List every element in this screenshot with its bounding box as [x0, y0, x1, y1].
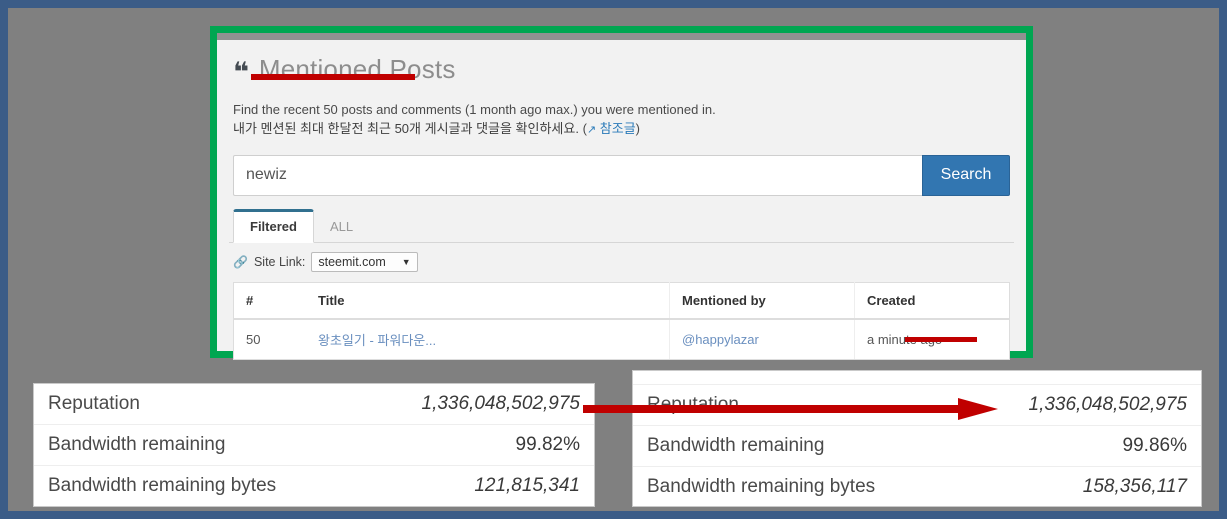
stat-row-truncated	[633, 371, 1201, 385]
stat-value-bandwidth-bytes: 158,356,117	[1082, 476, 1187, 497]
stat-row-reputation: Reputation 1,336,048,502,975	[34, 384, 594, 425]
site-link-select[interactable]: steemit.com ▼	[311, 251, 418, 272]
screenshot-root: ❝ Mentioned Posts Find the recent 50 pos…	[0, 0, 1227, 519]
stat-label-reputation: Reputation	[647, 394, 739, 415]
mentioned-by-link[interactable]: @happylazar	[682, 332, 759, 347]
tab-filtered[interactable]: Filtered	[233, 208, 314, 243]
site-link-row: 🔗 Site Link: steemit.com ▼	[229, 243, 1014, 272]
mentioned-posts-table: # Title Mentioned by Created 50 왕초일기 - 파…	[233, 281, 1010, 360]
stat-row-bandwidth-bytes: Bandwidth remaining bytes 121,815,341	[34, 466, 594, 506]
table-head: # Title Mentioned by Created	[233, 282, 1010, 320]
stat-value-bandwidth-bytes: 121,815,341	[474, 475, 580, 496]
description-korean-line: 내가 멘션된 최대 한달전 최근 50개 게시글과 댓글을 확인하세요. (↗ …	[233, 120, 1014, 139]
column-header-created[interactable]: Created	[854, 282, 1010, 320]
card-top-strip	[217, 33, 1026, 40]
stat-value-reputation: 1,336,048,502,975	[1028, 394, 1188, 415]
tab-all[interactable]: ALL	[314, 212, 369, 242]
quote-icon: ❝	[233, 57, 249, 88]
chain-link-icon: 🔗	[233, 254, 248, 269]
search-button[interactable]: Search	[922, 154, 1010, 196]
stat-value-bandwidth-remaining: 99.86%	[1122, 435, 1187, 456]
cell-mentioned-by: @happylazar	[669, 318, 855, 360]
external-link-icon: ↗	[586, 123, 597, 136]
cell-num: 50	[233, 318, 306, 360]
column-header-num[interactable]: #	[233, 282, 306, 320]
description-korean: 내가 멘션된 최대 한달전 최근 50개 게시글과 댓글을 확인하세요.	[233, 120, 579, 136]
mentioned-posts-card: ❝ Mentioned Posts Find the recent 50 pos…	[217, 33, 1026, 360]
stats-panel-before: Reputation 1,336,048,502,975 Bandwidth r…	[33, 383, 595, 507]
column-header-title[interactable]: Title	[306, 282, 670, 320]
stat-row-bandwidth-remaining: Bandwidth remaining 99.86%	[633, 426, 1201, 467]
stats-panel-after: Reputation 1,336,048,502,975 Bandwidth r…	[632, 370, 1202, 507]
table-header-row: # Title Mentioned by Created	[233, 282, 1010, 320]
cell-title: 왕초일기 - 파워다운...	[306, 318, 670, 360]
column-header-mentioned-by[interactable]: Mentioned by	[669, 282, 855, 320]
reference-link[interactable]: 참조글	[600, 121, 636, 136]
search-bar: Search	[229, 154, 1014, 196]
post-title-link[interactable]: 왕초일기 - 파워다운...	[318, 333, 436, 348]
site-link-selected-value: steemit.com	[318, 254, 386, 269]
search-input[interactable]	[233, 154, 922, 196]
filter-tabs: Filtered ALL	[229, 208, 1014, 243]
stat-label-bandwidth-bytes: Bandwidth remaining bytes	[48, 475, 277, 496]
card-description: Find the recent 50 posts and comments (1…	[229, 101, 1014, 139]
stat-label-bandwidth-bytes: Bandwidth remaining bytes	[647, 476, 876, 497]
annotation-underline-title	[251, 74, 415, 80]
table-body: 50 왕초일기 - 파워다운... @happylazar a minute a…	[233, 318, 1010, 360]
stat-row-bandwidth-remaining: Bandwidth remaining 99.82%	[34, 425, 594, 466]
annotation-underline-created	[905, 337, 977, 342]
ref-close-paren: )	[635, 120, 641, 136]
description-english: Find the recent 50 posts and comments (1…	[233, 102, 716, 117]
stat-row-reputation: Reputation 1,336,048,502,975	[633, 385, 1201, 426]
page-title: Mentioned Posts	[258, 54, 456, 84]
stat-label-reputation: Reputation	[48, 393, 140, 414]
card-content: ❝ Mentioned Posts Find the recent 50 pos…	[217, 40, 1026, 360]
chevron-down-icon: ▼	[401, 256, 411, 267]
stat-row-bandwidth-bytes: Bandwidth remaining bytes 158,356,117	[633, 467, 1201, 506]
stat-value-bandwidth-remaining: 99.82%	[515, 434, 580, 455]
stat-value-reputation: 1,336,048,502,975	[421, 393, 581, 414]
stat-label-bandwidth-remaining: Bandwidth remaining	[48, 434, 226, 455]
site-link-label: Site Link:	[253, 254, 306, 269]
stat-label-bandwidth-remaining: Bandwidth remaining	[647, 435, 825, 456]
table-row: 50 왕초일기 - 파워다운... @happylazar a minute a…	[233, 318, 1010, 360]
